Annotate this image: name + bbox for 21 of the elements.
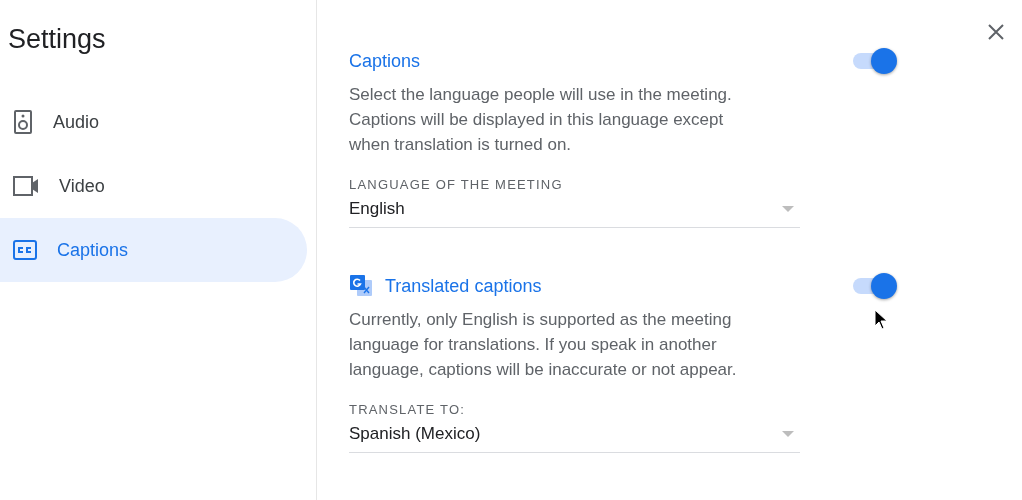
settings-title: Settings — [7, 24, 107, 55]
field-label: TRANSLATE TO: — [349, 402, 466, 417]
dropdown-arrow-icon — [782, 205, 794, 212]
translate-icon — [349, 274, 373, 298]
sidebar-item[interactable]: Video — [0, 154, 307, 218]
sidebar-item[interactable]: Captions — [0, 218, 307, 282]
section-description: Currently, only English is supported as the meeting language for translations. If you speak in another language, captions will be inaccurate or not appear. — [349, 309, 738, 381]
toggle-switch[interactable] — [851, 273, 897, 299]
toggle-switch[interactable] — [851, 48, 897, 74]
sidebar-item[interactable]: Audio — [0, 90, 307, 154]
section-description: Select the language people will use in the meeting. Captions will be displayed in this language except when translation is turned on. — [349, 84, 733, 156]
language-dropdown[interactable]: Spanish (Mexico) — [349, 417, 800, 453]
dropdown-arrow-icon — [782, 430, 794, 437]
video-camera-icon — [13, 176, 39, 196]
language-dropdown[interactable]: English — [349, 192, 800, 228]
section-title: Captions — [349, 50, 421, 72]
closed-captions-icon — [13, 240, 37, 260]
mouse-pointer-icon — [874, 309, 888, 331]
speaker-icon — [13, 109, 33, 135]
section-title: Translated captions — [385, 275, 542, 297]
field-label: LANGUAGE OF THE MEETING — [349, 177, 564, 192]
